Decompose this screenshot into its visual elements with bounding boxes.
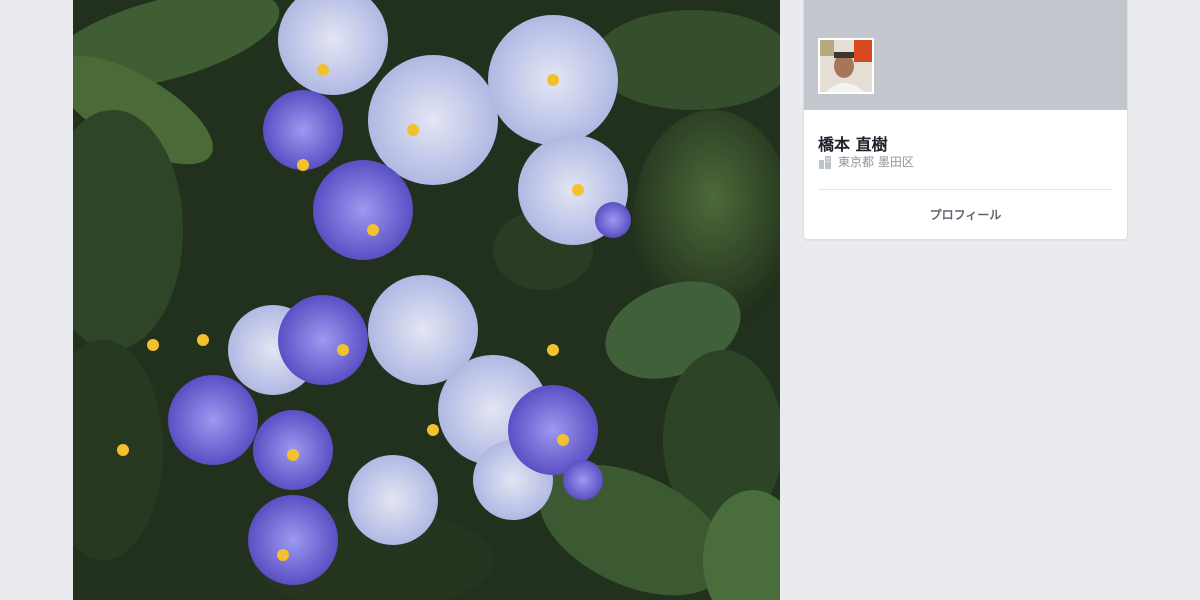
profile-name[interactable]: 橋本 直樹: [818, 131, 888, 155]
avatar[interactable]: [818, 38, 874, 94]
flower-photo-image: [73, 0, 780, 600]
avatar-image: [820, 40, 872, 92]
divider: [818, 189, 1113, 190]
location-text: 東京都 墨田区: [838, 154, 914, 169]
profile-card: 橋本 直樹 東京都 墨田区 プロフィール: [804, 0, 1127, 239]
profile-location: 東京都 墨田区: [818, 153, 914, 169]
profile-button[interactable]: プロフィール: [818, 200, 1113, 228]
flower-photo[interactable]: [73, 0, 780, 600]
building-icon: [818, 154, 832, 169]
